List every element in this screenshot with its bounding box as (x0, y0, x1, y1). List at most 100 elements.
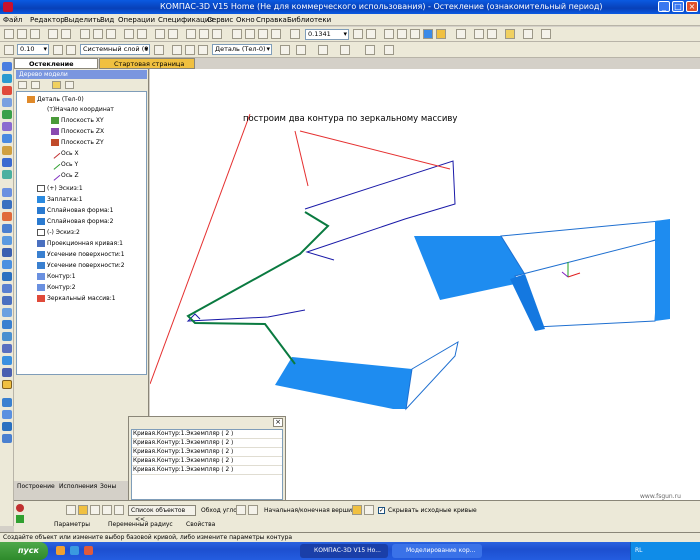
save-icon[interactable] (30, 29, 40, 39)
solids-group-icon[interactable] (2, 422, 12, 431)
quicklaunch-icon[interactable] (56, 546, 65, 555)
list-item[interactable]: Кривая.Контур:1.Экземпляр ( 2 ) (132, 466, 282, 475)
connection-icon[interactable] (2, 320, 12, 329)
color-icon[interactable] (280, 45, 290, 55)
tree-item-projection-curve-1[interactable]: Проекционная кривая:1 (37, 240, 123, 248)
menu-libraries[interactable]: Библиотеки (287, 15, 331, 25)
tab-variable-radius[interactable]: Переменный радиус (108, 521, 173, 528)
app-icon[interactable] (3, 2, 13, 12)
grid-icon[interactable] (185, 45, 195, 55)
tab-parameters[interactable]: Параметры (54, 521, 90, 528)
zoom-all-icon[interactable] (290, 29, 300, 39)
paste-icon[interactable] (106, 29, 116, 39)
polyline-icon[interactable] (2, 236, 12, 245)
menu-window[interactable]: Окно (236, 15, 255, 25)
tree-item-sketch-1[interactable]: (+) Эскиз:1 (37, 185, 83, 193)
cut-icon[interactable] (80, 29, 90, 39)
tab-glazing[interactable]: Остекление (14, 58, 98, 69)
point-icon[interactable] (2, 212, 12, 221)
layer-props-icon[interactable] (154, 45, 164, 55)
start-vertex-icon[interactable] (352, 505, 362, 515)
objects-list-button[interactable]: Список объектов << (128, 505, 196, 523)
tree-item-sketch-2[interactable]: (-) Эскиз:2 (37, 229, 80, 237)
tree-item-axis-z[interactable]: Ось Z (49, 170, 79, 181)
properties-icon[interactable] (124, 29, 134, 39)
rotate-icon[interactable] (366, 29, 376, 39)
mcs-icon[interactable] (318, 45, 328, 55)
stop-icon[interactable] (16, 504, 24, 512)
menu-specification[interactable]: Спецификация (158, 15, 214, 25)
tab-construction[interactable]: Построение (17, 481, 55, 492)
pin-icon[interactable] (66, 505, 76, 515)
end-vertex-icon[interactable] (364, 505, 374, 515)
task-modeling[interactable]: Моделирование кор... (392, 544, 482, 558)
surfaces-icon[interactable] (2, 74, 12, 83)
cross-section-icon[interactable] (523, 29, 533, 39)
close-button[interactable]: × (686, 1, 698, 12)
wireframe-icon[interactable] (397, 29, 407, 39)
copy-icon[interactable] (93, 29, 103, 39)
hidden-lines-icon[interactable] (410, 29, 420, 39)
break-curve-icon[interactable] (2, 368, 12, 377)
filter-icon[interactable] (474, 29, 484, 39)
start-button[interactable]: пуск (0, 542, 48, 560)
tree-item-patch-1[interactable]: Заплатка:1 (37, 196, 83, 204)
shaded-icon[interactable] (423, 29, 433, 39)
language-indicator[interactable]: RL (635, 542, 643, 560)
reverse-icon[interactable] (102, 505, 112, 515)
quicklaunch-icon[interactable] (84, 546, 93, 555)
tangent-icon[interactable] (78, 505, 88, 515)
measure-icon[interactable] (541, 29, 551, 39)
preview-icon[interactable] (61, 29, 71, 39)
orientation-icon[interactable] (384, 29, 394, 39)
fillet-curve-icon[interactable] (2, 332, 12, 341)
projection-icon[interactable] (2, 248, 12, 257)
task-kompas[interactable]: КОМПАС-3D V15 Ho... (300, 544, 388, 558)
tree-settings-icon[interactable] (65, 81, 74, 89)
tree-item-origin[interactable]: (т)Начало координат (47, 106, 114, 114)
menu-select[interactable]: Выделить (64, 15, 101, 25)
tab-start-page[interactable]: Стартовая страница (99, 58, 195, 69)
open-icon[interactable] (17, 29, 27, 39)
operation-icon[interactable] (384, 45, 394, 55)
bypass-corner-icon[interactable] (236, 505, 246, 515)
tree-view-icon[interactable] (18, 81, 27, 89)
contour-icon[interactable] (2, 308, 12, 317)
delete-segment-icon[interactable] (114, 505, 124, 515)
curves-group-icon[interactable] (2, 398, 12, 407)
hide-curves-checkbox[interactable]: ✓ (378, 507, 385, 514)
tree-item-mirror-array-1[interactable]: Зеркальный массив:1 (37, 295, 116, 303)
selection-icon[interactable] (487, 29, 497, 39)
quicklaunch-icon[interactable] (70, 546, 79, 555)
tree-item-plane-xy[interactable]: Плоскость XY (51, 117, 104, 125)
format-icon[interactable] (137, 29, 147, 39)
snap-icon[interactable] (172, 45, 182, 55)
menu-help[interactable]: Справка (256, 15, 287, 25)
detail-icon[interactable] (198, 45, 208, 55)
tree-item-contour-2[interactable]: Контур:2 (37, 284, 76, 292)
isoparametric-icon[interactable] (2, 284, 12, 293)
tree-item-axis-y[interactable]: Ось Y (49, 159, 78, 170)
offset-curve-icon[interactable] (2, 296, 12, 305)
plane-icon[interactable] (340, 45, 350, 55)
shaded-edges-icon[interactable] (436, 29, 446, 39)
list-item[interactable]: Кривая.Контур:1.Экземпляр ( 2 ) (132, 457, 282, 466)
tree-filter-icon[interactable] (31, 81, 40, 89)
tree-item-plane-zy[interactable]: Плоскость ZY (51, 139, 104, 147)
variables-icon[interactable] (186, 29, 196, 39)
undo-icon[interactable] (155, 29, 165, 39)
arrays-icon[interactable] (2, 86, 12, 95)
list-item[interactable]: Кривая.Контур:1.Экземпляр ( 2 ) (132, 430, 282, 439)
detail-combo[interactable]: Деталь (Тел-0) (212, 44, 272, 55)
menu-edit[interactable]: Редактор (30, 15, 65, 25)
zoom-out-icon[interactable] (271, 29, 281, 39)
measure-panel-icon[interactable] (2, 134, 12, 143)
reports-icon[interactable] (2, 170, 12, 179)
sheet-metal-icon[interactable] (2, 122, 12, 131)
tree-item-spline-form-1[interactable]: Сплайновая форма:1 (37, 207, 114, 215)
tab-executions[interactable]: Исполнения (59, 481, 97, 492)
assembly-group-icon[interactable] (2, 434, 12, 443)
new-icon[interactable] (4, 29, 14, 39)
tree-item-detail[interactable]: Деталь (Тел-0) (27, 96, 84, 104)
tree-item-contour-1[interactable]: Контур:1 (37, 273, 76, 281)
